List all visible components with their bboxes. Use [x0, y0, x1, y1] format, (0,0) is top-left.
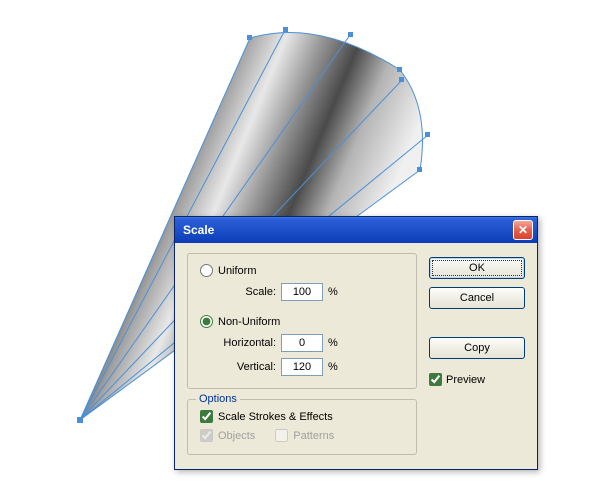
objects-label: Objects — [218, 430, 255, 442]
preview-checkbox[interactable] — [429, 373, 442, 386]
patterns-checkbox — [275, 429, 288, 442]
nonuniform-radio[interactable] — [200, 315, 213, 328]
nonuniform-label: Non-Uniform — [218, 316, 280, 328]
objects-checkbox — [200, 429, 213, 442]
vertical-unit: % — [328, 361, 338, 373]
horizontal-unit: % — [328, 337, 338, 349]
cancel-button[interactable]: Cancel — [429, 287, 525, 309]
horizontal-label: Horizontal: — [218, 337, 276, 349]
horizontal-input[interactable] — [281, 334, 323, 352]
scale-strokes-label: Scale Strokes & Effects — [218, 411, 333, 423]
scale-strokes-checkbox[interactable] — [200, 410, 213, 423]
scale-label: Scale: — [218, 286, 276, 298]
copy-button[interactable]: Copy — [429, 337, 525, 359]
options-group: Options Scale Strokes & Effects Objects … — [187, 399, 417, 455]
close-button[interactable]: ✕ — [513, 220, 533, 240]
scale-unit: % — [328, 286, 338, 298]
scale-input[interactable] — [281, 283, 323, 301]
scale-dialog: Scale ✕ Uniform Scale: % Non-Uniform — [174, 216, 538, 470]
titlebar[interactable]: Scale ✕ — [175, 217, 537, 243]
dialog-title: Scale — [183, 223, 513, 237]
close-icon: ✕ — [518, 223, 528, 237]
uniform-label: Uniform — [218, 265, 257, 277]
ok-button[interactable]: OK — [429, 257, 525, 279]
preview-label: Preview — [446, 374, 485, 386]
uniform-radio[interactable] — [200, 264, 213, 277]
vertical-input[interactable] — [281, 358, 323, 376]
vertical-label: Vertical: — [218, 361, 276, 373]
options-group-label: Options — [196, 393, 240, 405]
patterns-label: Patterns — [293, 430, 334, 442]
scale-group: Uniform Scale: % Non-Uniform Horizontal:… — [187, 253, 417, 389]
